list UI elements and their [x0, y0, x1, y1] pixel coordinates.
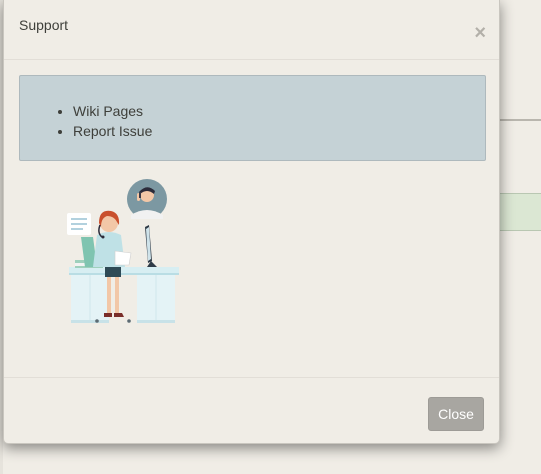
caller-avatar-icon — [127, 179, 167, 219]
support-links-list: Wiki Pages Report Issue — [73, 101, 152, 141]
monitor-icon — [145, 225, 157, 267]
modal-title: Support — [19, 17, 69, 33]
list-item: Wiki Pages — [73, 101, 152, 121]
background-divider — [500, 119, 541, 121]
list-item: Report Issue — [73, 121, 152, 141]
support-modal: Support × Wiki Pages Report Issue — [3, 0, 500, 444]
support-links-box: Wiki Pages Report Issue — [19, 75, 486, 161]
background-highlighted-row — [500, 193, 541, 231]
support-agent-illustration — [59, 175, 184, 330]
wiki-pages-link[interactable]: Wiki Pages — [73, 103, 143, 119]
modal-footer: Close — [4, 377, 499, 444]
report-issue-link[interactable]: Report Issue — [73, 123, 152, 139]
close-icon[interactable]: × — [474, 23, 486, 43]
close-button[interactable]: Close — [428, 397, 484, 431]
modal-header: Support × — [4, 0, 499, 60]
note-icon — [67, 213, 91, 235]
